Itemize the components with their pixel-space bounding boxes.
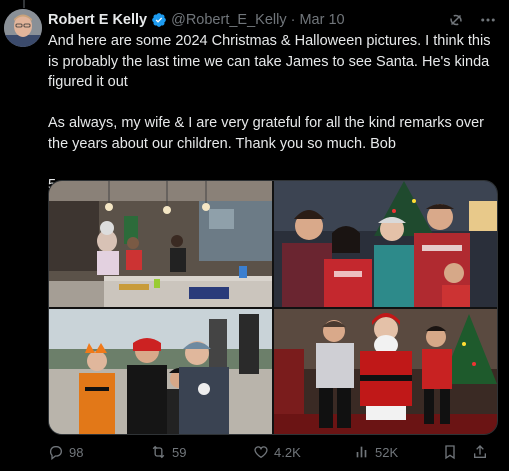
tweet-text: And here are some 2024 Christmas & Hallo… [48,31,500,195]
avatar[interactable] [4,9,42,47]
reply-count: 98 [69,444,84,460]
share-button[interactable] [472,444,488,460]
bookmark-icon [445,445,455,460]
reply-icon [49,446,62,460]
bookmark-button[interactable] [442,444,458,460]
photo-christmas-family[interactable] [274,181,497,307]
photo-santa[interactable] [274,309,497,434]
tweet-paragraph-1: And here are some 2024 Christmas & Hallo… [48,33,491,90]
photo-halloween[interactable] [49,309,272,434]
author-name[interactable]: Robert E Kelly [48,12,147,28]
share-icon [474,445,486,458]
top-actions [447,11,497,29]
heart-icon [254,446,268,459]
tweet-date[interactable]: Mar 10 [299,12,344,28]
media-grid [48,180,498,435]
views-count: 52K [375,444,399,460]
views-button[interactable]: 52K [354,444,398,460]
photo-kitchen[interactable] [49,181,272,307]
retweet-count: 59 [172,444,187,460]
retweet-icon [152,445,165,459]
like-button[interactable]: 4.2K [253,444,301,460]
tweet-header: Robert E Kelly @Robert_E_Kelly · Mar 10 [48,10,345,30]
tweet-paragraph-2: As always, my wife & I are very grateful… [48,115,484,152]
separator-dot: · [290,12,296,28]
reply-button[interactable]: 98 [48,444,83,460]
more-icon[interactable] [479,11,497,29]
grok-icon[interactable] [447,11,465,29]
tweet-actions: 98 59 4.2K 52K [48,444,496,464]
thread-connector [23,0,25,8]
author-handle[interactable]: @Robert_E_Kelly [171,12,286,28]
like-count: 4.2K [274,444,301,460]
views-icon [356,446,367,458]
verified-badge-icon [151,12,167,28]
retweet-button[interactable]: 59 [150,444,186,460]
